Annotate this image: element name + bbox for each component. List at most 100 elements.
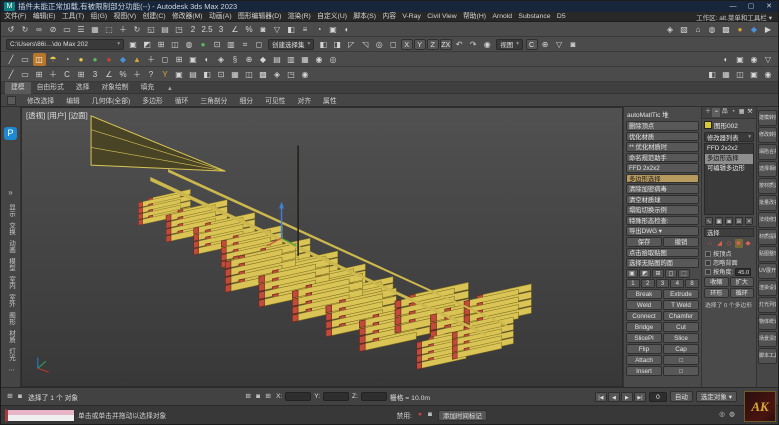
menu-item[interactable]: 工具(T) [59,12,88,22]
poly-tool-button[interactable]: Cap [663,343,699,354]
poly-tool-button[interactable]: Break [626,288,662,299]
toolbar-icon[interactable]: ▩ [720,23,733,36]
toolbar-icon[interactable]: ◸ [345,38,358,51]
poly-tool-button[interactable]: Attach [626,354,662,365]
modifier-stack-entry[interactable]: FFD 2x2x2 [705,144,753,154]
quick-script-button[interactable]: 物体统计 [758,314,777,330]
subobject-level-icon[interactable]: ◢ [716,239,724,248]
poly-tool-button[interactable]: Connect [626,310,662,321]
status-icon[interactable]: ◎ [717,410,727,420]
menu-item[interactable]: 创建(C) [139,12,168,22]
toolbar-icon[interactable]: ∠ [103,68,116,81]
toolbar-icon[interactable]: 2.5 [201,23,214,36]
script-tool-button[interactable]: 删除顶点 [626,121,699,131]
toolbar-icon[interactable]: ↻ [131,23,144,36]
toolbar-icon[interactable]: ⬚ [103,23,116,36]
toolbar-icon[interactable]: ◐ [341,23,354,36]
small-action-button[interactable]: 撤销 [663,236,699,247]
status-icon[interactable]: ◍ [727,410,737,420]
modifier-list-dropdown[interactable]: 修改器列表 ▾ [704,132,754,142]
viewport-scene[interactable] [22,108,622,386]
wide-action-button[interactable]: 点击拾取贴图 [626,247,699,257]
script-tool-button[interactable]: 塌陷切换示例 [626,205,699,215]
menu-item[interactable]: 帮助(H) [460,12,489,22]
toolbar-icon[interactable]: % [243,23,256,36]
ribbon-tab[interactable]: 自由形式 [31,82,70,94]
toolbar-icon[interactable]: ☰ [75,23,88,36]
script-tool-button[interactable]: 清除加密病毒 [626,184,699,194]
playback-button[interactable]: |◀ [594,391,607,402]
toolbar-icon[interactable]: ◫ [243,68,256,81]
quick-script-button[interactable]: 批量改名 [758,195,777,211]
toolbar-icon[interactable]: ◱ [145,23,158,36]
selection-button[interactable]: 收缩 [704,277,729,287]
menu-item[interactable]: Civil View [424,12,460,22]
toolbar-icon[interactable]: ≡ [299,23,312,36]
poly-tool-button[interactable]: Flip [626,343,662,354]
object-color-swatch[interactable] [704,121,712,129]
sidebar-category[interactable]: 模型 [6,258,16,271]
expand-chevron-icon[interactable]: » [8,188,12,197]
ribbon-panel-title[interactable]: 多边形 [136,95,168,105]
toolbar-icon[interactable]: ⊕ [539,38,552,51]
toolbar-icon[interactable]: ▣ [327,23,340,36]
quick-script-button[interactable]: 场景清理 [758,331,777,347]
poly-tool-button[interactable]: Chamfer [663,310,699,321]
toolbar-icon[interactable]: ◔ [61,53,74,66]
modifier-stack-entry[interactable]: 多边形选择 [705,154,753,164]
toolbar-icon[interactable]: ⊕ [243,53,256,66]
toolbar-icon[interactable]: ◙ [567,38,580,51]
toolbar-icon[interactable]: ↺ [5,23,18,36]
ribbon-config-icon[interactable] [7,95,16,105]
menu-item[interactable]: 文件(F) [1,12,30,22]
toolbar-icon[interactable]: ◍ [706,23,719,36]
toolbar-icon[interactable]: ▤ [271,53,284,66]
toolbar-icon[interactable]: ◆ [748,23,761,36]
quick-script-button[interactable]: 渲染设置 [758,280,777,296]
toolbar-icon[interactable]: ◹ [359,38,372,51]
toolbar-icon[interactable]: ● [75,53,88,66]
checkbox[interactable] [705,250,711,257]
toolbar-icon[interactable]: ⊘ [47,23,60,36]
command-panel-tab-icon[interactable]: 品 [721,108,729,117]
toolbar-icon[interactable]: ▭ [61,23,74,36]
poly-tool-button[interactable]: T Weld [663,299,699,310]
y-coordinate-field[interactable] [323,392,350,401]
toolbar-icon[interactable]: ⌗ [239,38,252,51]
selection-button[interactable]: 循环 [729,288,754,298]
script-tool-button[interactable]: 命名规范助手 [626,152,699,162]
smoothing-group-button[interactable]: 1 [626,278,640,288]
ribbon-panel-title[interactable]: 可见性 [259,95,291,105]
subobject-level-icon[interactable]: ■ [734,239,743,248]
subobject-level-icon[interactable]: ◇ [725,239,733,248]
ribbon-panel-title[interactable]: 修改选择 [21,95,60,105]
toolbar-icon[interactable]: ▥ [225,38,238,51]
menu-item[interactable]: Arnold [489,12,515,22]
ribbon-panel-title[interactable]: 属性 [317,95,343,105]
toolbar-icon[interactable]: ↷ [467,38,480,51]
minimize-button[interactable]: — [724,1,742,12]
stack-tool-icon[interactable]: ⊞ [735,217,743,225]
toolbar-icon[interactable]: ▥ [285,53,298,66]
sidebar-category[interactable]: 材质 [6,330,16,343]
script-tool-button[interactable]: ** 优化材质时 [626,142,699,152]
angle-value-field[interactable]: 45.0 [735,267,752,276]
quick-script-button[interactable]: 选择相似 [758,161,777,177]
script-tool-button[interactable]: 特殊形态检查: [626,215,699,225]
toolbar-icon[interactable]: ◉ [313,53,326,66]
toolbar-icon[interactable]: ▦ [229,68,242,81]
checkbox-row[interactable]: 忽略背面 [702,258,756,267]
stack-tool-icon[interactable]: ◙ [725,217,733,225]
menu-item[interactable]: 编辑(E) [30,12,59,22]
named-selection-combo[interactable]: 创建选择集 ▾ [268,38,315,50]
toolbar-icon[interactable]: ◈ [215,53,228,66]
toolbar-icon[interactable]: ＋ [117,23,130,36]
menu-item[interactable]: D5 [554,12,569,22]
key-filters-dropdown[interactable]: 选定对象 ▾ [695,391,737,402]
toolbar-icon[interactable]: ◻ [253,38,266,51]
close-button[interactable]: ✕ [760,1,778,12]
toolbar-icon[interactable]: ▭ [19,53,32,66]
maximize-button[interactable]: ▢ [742,1,760,12]
toolbar-icon[interactable]: ◳ [285,68,298,81]
toolbar-icon[interactable]: ⊡ [215,68,228,81]
